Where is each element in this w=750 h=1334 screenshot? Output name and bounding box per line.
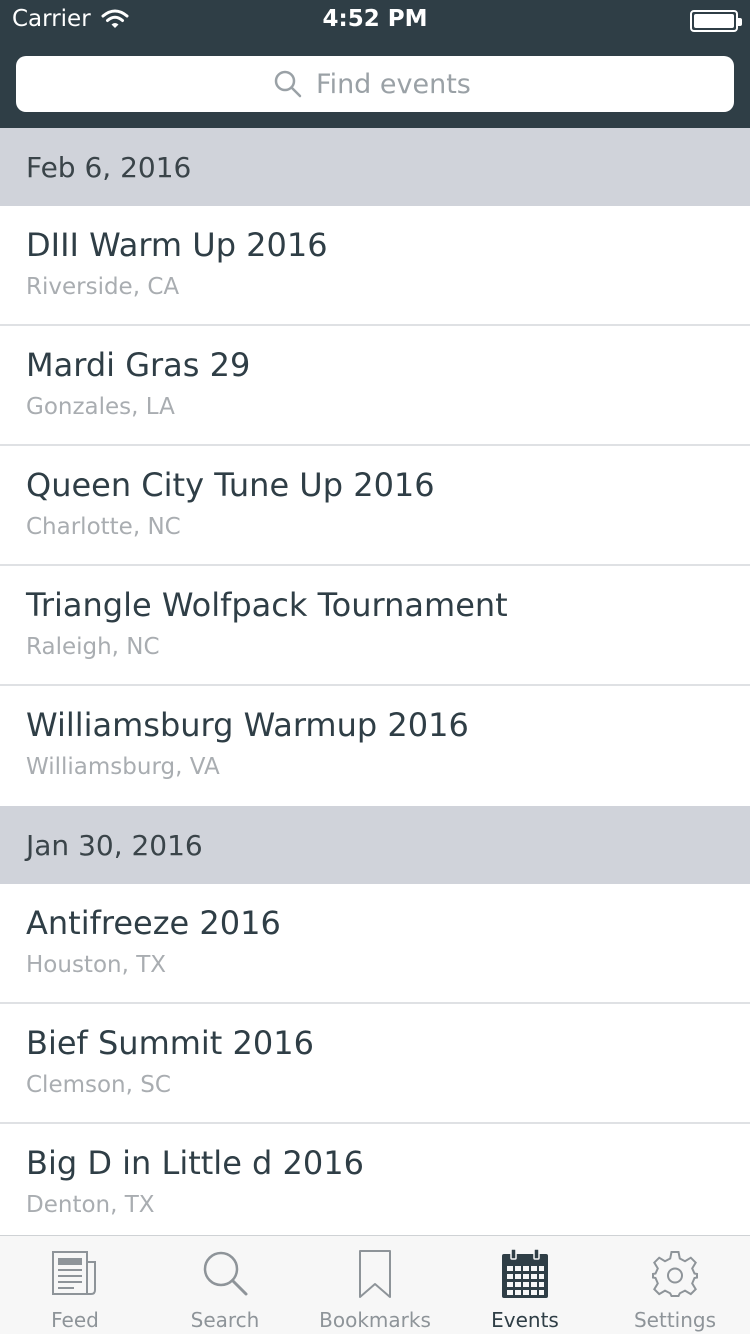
event-title: Williamsburg Warmup 2016 <box>26 706 469 744</box>
section-date: Jan 30, 2016 <box>26 828 203 862</box>
events-list[interactable]: Feb 6, 2016 DIII Warm Up 2016 Riverside,… <box>0 128 750 1235</box>
event-location: Clemson, SC <box>26 1072 171 1098</box>
event-title: Antifreeze 2016 <box>26 904 281 942</box>
section-header: Jan 30, 2016 <box>0 806 750 884</box>
event-row[interactable]: Bief Summit 2016 Clemson, SC <box>0 1004 750 1124</box>
battery-icon <box>690 10 742 32</box>
event-title: Bief Summit 2016 <box>26 1024 314 1062</box>
search-icon <box>274 70 302 98</box>
tab-events[interactable]: Events <box>450 1236 600 1334</box>
event-row[interactable]: Big D in Little d 2016 Denton, TX <box>0 1124 750 1235</box>
search-bar[interactable] <box>16 56 734 112</box>
search-input[interactable] <box>316 68 476 100</box>
event-row[interactable]: Triangle Wolfpack Tournament Raleigh, NC <box>0 566 750 686</box>
clock: 4:52 PM <box>322 6 428 32</box>
event-location: Denton, TX <box>26 1192 155 1218</box>
event-row[interactable]: DIII Warm Up 2016 Riverside, CA <box>0 206 750 326</box>
event-location: Gonzales, LA <box>26 394 175 420</box>
section-header: Feb 6, 2016 <box>0 128 750 206</box>
event-row[interactable]: Queen City Tune Up 2016 Charlotte, NC <box>0 446 750 566</box>
gear-icon <box>652 1251 698 1297</box>
status-bar: Carrier 4:52 PM <box>0 0 750 40</box>
tab-feed[interactable]: Feed <box>0 1236 150 1334</box>
tab-search[interactable]: Search <box>150 1236 300 1334</box>
tab-label: Bookmarks <box>319 1308 431 1332</box>
navigation-bar: Carrier 4:52 PM <box>0 0 750 128</box>
newspaper-icon <box>52 1251 96 1295</box>
event-title: DIII Warm Up 2016 <box>26 226 328 264</box>
magnifier-icon <box>203 1251 248 1296</box>
tab-bookmarks[interactable]: Bookmarks <box>300 1236 450 1334</box>
bookmark-icon <box>359 1250 391 1298</box>
event-title: Mardi Gras 29 <box>26 346 251 384</box>
calendar-icon <box>502 1248 548 1298</box>
event-location: Houston, TX <box>26 952 167 978</box>
event-location: Williamsburg, VA <box>26 754 220 780</box>
tab-label: Events <box>491 1308 559 1332</box>
event-row[interactable]: Mardi Gras 29 Gonzales, LA <box>0 326 750 446</box>
event-location: Riverside, CA <box>26 274 180 300</box>
tab-label: Settings <box>633 1308 717 1332</box>
tab-settings[interactable]: Settings <box>600 1236 750 1334</box>
event-title: Queen City Tune Up 2016 <box>26 466 435 504</box>
event-row[interactable]: Antifreeze 2016 Houston, TX <box>0 884 750 1004</box>
section-date: Feb 6, 2016 <box>26 150 192 184</box>
event-location: Charlotte, NC <box>26 514 181 540</box>
tab-label: Feed <box>51 1308 99 1332</box>
event-location: Raleigh, NC <box>26 634 160 660</box>
tab-label: Search <box>190 1308 260 1332</box>
event-title: Big D in Little d 2016 <box>26 1144 364 1182</box>
event-title: Triangle Wolfpack Tournament <box>26 586 508 624</box>
tab-bar: Feed Search Bookmarks Events Settings <box>0 1235 750 1334</box>
event-row[interactable]: Williamsburg Warmup 2016 Williamsburg, V… <box>0 686 750 806</box>
